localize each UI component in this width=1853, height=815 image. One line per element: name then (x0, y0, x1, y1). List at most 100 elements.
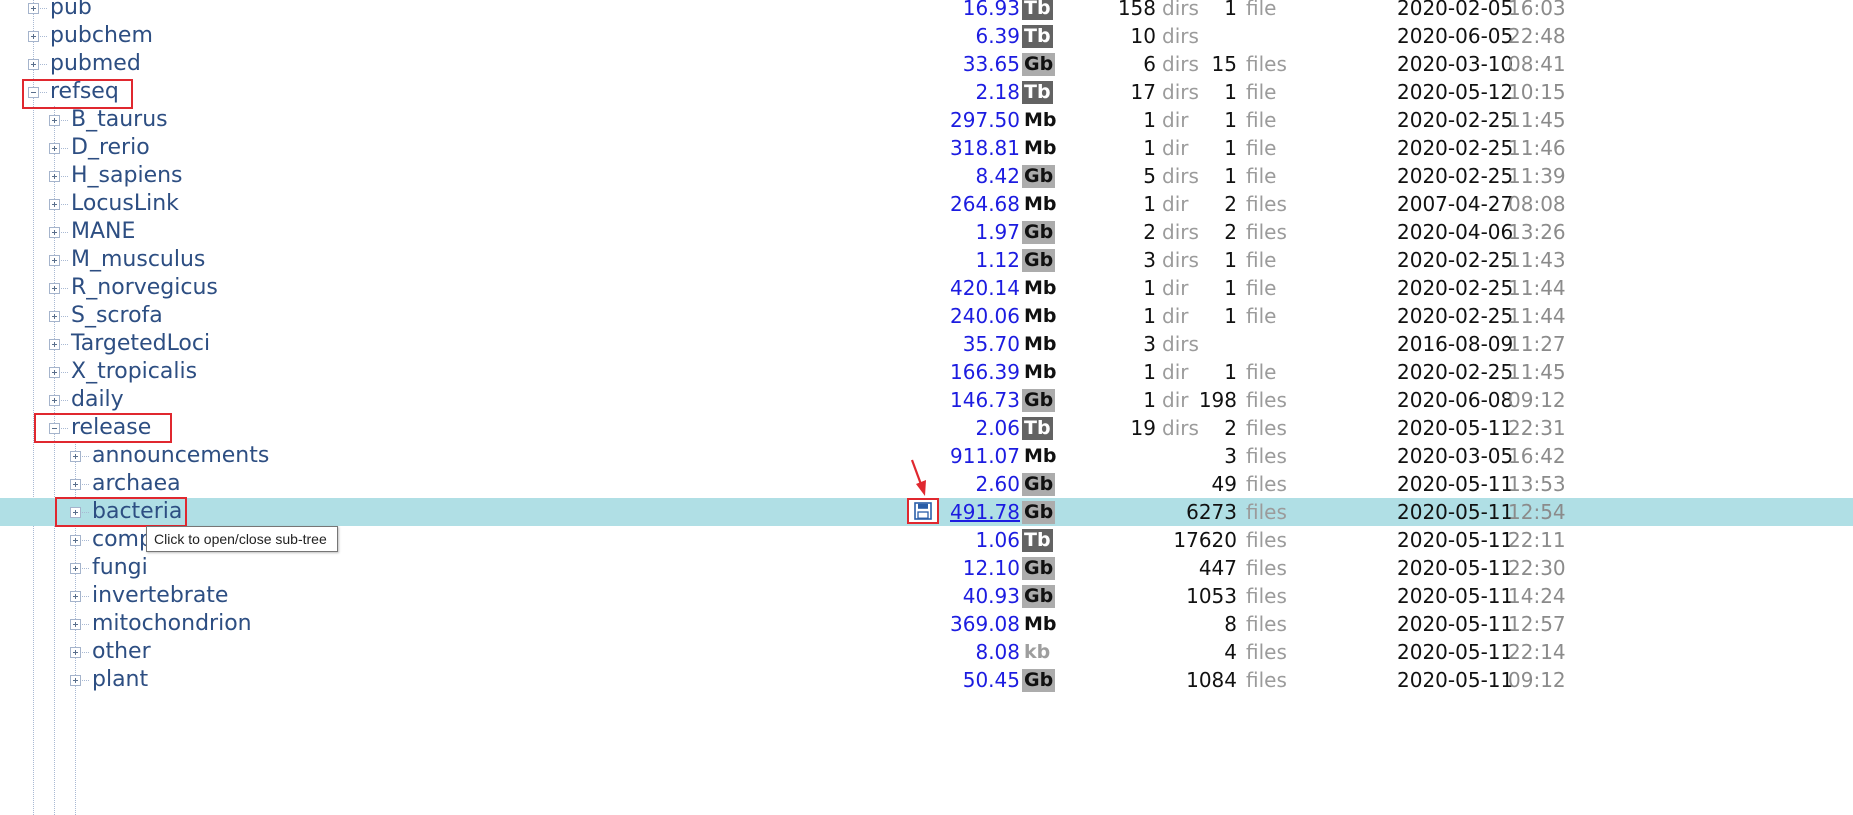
expand-toggle-icon[interactable] (49, 395, 60, 406)
tree-row-pubmed[interactable]: pubmed 33.65 Gb 6 dirs 15 files 2020-03-10 08:41 (0, 50, 1853, 78)
tree-connector (80, 540, 89, 541)
folder-name[interactable]: plant (92, 666, 148, 694)
folder-name[interactable]: R_norvegicus (71, 274, 218, 302)
tree-row-pub[interactable]: pub 16.93 Tb 158 dirs 1 file 2020-02-05 16:03 (0, 0, 1853, 22)
size-value: 8.42 (975, 164, 1020, 188)
expand-toggle-icon[interactable] (49, 339, 60, 350)
folder-name[interactable]: B_taurus (71, 106, 168, 134)
modified-time: 22:14 (1508, 640, 1566, 664)
modified-date: 2020-02-05 (1397, 0, 1514, 20)
folder-name[interactable]: X_tropicalis (71, 358, 197, 386)
expand-toggle-icon[interactable] (70, 619, 81, 630)
dir-label: dirs (1162, 52, 1199, 76)
folder-name[interactable]: daily (71, 386, 124, 414)
tree-row-invertebrate[interactable]: invertebrate 40.93 Gb 1053 files 2020-05-11 14… (0, 582, 1853, 610)
tree-connector (59, 372, 68, 373)
expand-toggle-icon[interactable] (70, 647, 81, 658)
folder-name[interactable]: D_rerio (71, 134, 150, 162)
modified-time: 09:12 (1508, 668, 1566, 692)
expand-toggle-icon[interactable] (49, 115, 60, 126)
size-value: 240.06 (950, 304, 1020, 328)
tree-connector (59, 288, 68, 289)
folder-name[interactable]: fungi (92, 554, 148, 582)
tree-connector (59, 204, 68, 205)
folder-name[interactable]: other (92, 638, 151, 666)
folder-name[interactable]: S_scrofa (71, 302, 163, 330)
modified-date: 2020-05-11 (1397, 472, 1514, 496)
dir-label: dirs (1162, 332, 1199, 356)
dir-label: dir (1162, 388, 1189, 412)
tree-row-plant[interactable]: plant 50.45 Gb 1084 files 2020-05-11 09:12 (0, 666, 1853, 694)
expand-toggle-icon[interactable] (70, 507, 81, 518)
tree-connector (80, 596, 89, 597)
red-arrow (910, 459, 926, 496)
expand-toggle-icon[interactable] (49, 283, 60, 294)
tree-row-d_rerio[interactable]: D_rerio 318.81 Mb 1 dir 1 file 2020-02-25 11:46 (0, 134, 1853, 162)
folder-name[interactable]: invertebrate (92, 582, 228, 610)
collapse-toggle-icon[interactable] (28, 87, 39, 98)
tree-row-release[interactable]: release 2.06 Tb 19 dirs 2 files 2020-05-11 22:31 (0, 414, 1853, 442)
modified-time: 12:54 (1508, 500, 1566, 524)
tree-row-mane[interactable]: MANE 1.97 Gb 2 dirs 2 files 2020-04-06 13:26 (0, 218, 1853, 246)
expand-toggle-icon[interactable] (49, 171, 60, 182)
expand-toggle-icon[interactable] (70, 451, 81, 462)
save-button[interactable] (907, 498, 939, 524)
expand-toggle-icon[interactable] (49, 227, 60, 238)
expand-toggle-icon[interactable] (49, 367, 60, 378)
collapse-toggle-icon[interactable] (49, 423, 60, 434)
modified-time: 11:43 (1508, 248, 1566, 272)
tree-row-daily[interactable]: daily 146.73 Gb 1 dir 198 files 2020-06-08 09:12 (0, 386, 1853, 414)
expand-toggle-icon[interactable] (49, 143, 60, 154)
expand-toggle-icon[interactable] (28, 31, 39, 42)
folder-name[interactable]: pub (50, 0, 92, 22)
expand-toggle-icon[interactable] (49, 255, 60, 266)
expand-toggle-icon[interactable] (49, 199, 60, 210)
tree-connector (80, 624, 89, 625)
expand-toggle-icon[interactable] (70, 479, 81, 490)
folder-name[interactable]: pubchem (50, 22, 153, 50)
tree-row-targetedloci[interactable]: TargetedLoci 35.70 Mb 3 dirs 2016-08-09 11:27 (0, 330, 1853, 358)
folder-name[interactable]: LocusLink (71, 190, 179, 218)
folder-name[interactable]: announcements (92, 442, 269, 470)
file-count: 15 (1211, 52, 1237, 76)
expand-toggle-icon[interactable] (70, 535, 81, 546)
expand-toggle-icon[interactable] (70, 591, 81, 602)
tree-row-refseq[interactable]: refseq 2.18 Tb 17 dirs 1 file 2020-05-12 10:15 (0, 78, 1853, 106)
tree-connector (59, 428, 68, 429)
file-count: 6273 (1186, 500, 1237, 524)
folder-name[interactable]: bacteria (92, 498, 182, 526)
folder-name[interactable]: refseq (50, 78, 119, 106)
tree-row-b_taurus[interactable]: B_taurus 297.50 Mb 1 dir 1 file 2020-02-25 11:45 (0, 106, 1853, 134)
expand-toggle-icon[interactable] (70, 563, 81, 574)
folder-name[interactable]: TargetedLoci (71, 330, 210, 358)
folder-name[interactable]: H_sapiens (71, 162, 183, 190)
tree-row-s_scrofa[interactable]: S_scrofa 240.06 Mb 1 dir 1 file 2020-02-25 11:44 (0, 302, 1853, 330)
file-count: 49 (1211, 472, 1237, 496)
tree-row-mitochondrion[interactable]: mitochondrion 369.08 Mb 8 files 2020-05-11 12:… (0, 610, 1853, 638)
tree-row-m_musculus[interactable]: M_musculus 1.12 Gb 3 dirs 1 file 2020-02-25 11:4… (0, 246, 1853, 274)
size-value[interactable]: 491.78 (950, 498, 1020, 526)
expand-toggle-icon[interactable] (49, 311, 60, 322)
expand-toggle-icon[interactable] (70, 675, 81, 686)
file-count: 1 (1224, 0, 1237, 20)
tree-row-locuslink[interactable]: LocusLink 264.68 Mb 1 dir 2 files 2007-04-27 08:… (0, 190, 1853, 218)
folder-name[interactable]: pubmed (50, 50, 141, 78)
dir-count: 6 (1143, 52, 1156, 76)
tree-row-h_sapiens[interactable]: H_sapiens 8.42 Gb 5 dirs 1 file 2020-02-25 11:39 (0, 162, 1853, 190)
file-count: 2 (1224, 192, 1237, 216)
tree-row-r_norvegicus[interactable]: R_norvegicus 420.14 Mb 1 dir 1 file 2020-02-25 1… (0, 274, 1853, 302)
tree-row-other[interactable]: other 8.08 kb 4 files 2020-05-11 22:14 (0, 638, 1853, 666)
tree-row-fungi[interactable]: fungi 12.10 Gb 447 files 2020-05-11 22:30 (0, 554, 1853, 582)
folder-name[interactable]: mitochondrion (92, 610, 252, 638)
folder-name[interactable]: MANE (71, 218, 135, 246)
expand-toggle-icon[interactable] (28, 59, 39, 70)
file-count: 1 (1224, 276, 1237, 300)
tree-row-x_tropicalis[interactable]: X_tropicalis 166.39 Mb 1 dir 1 file 2020-02-25 1… (0, 358, 1853, 386)
folder-name[interactable]: archaea (92, 470, 181, 498)
size-unit: Mb (1024, 137, 1057, 159)
size-unit: Gb (1022, 389, 1056, 412)
folder-name[interactable]: release (71, 414, 151, 442)
expand-toggle-icon[interactable] (28, 3, 39, 14)
tree-row-pubchem[interactable]: pubchem 6.39 Tb 10 dirs 2020-06-05 22:48 (0, 22, 1853, 50)
folder-name[interactable]: M_musculus (71, 246, 205, 274)
